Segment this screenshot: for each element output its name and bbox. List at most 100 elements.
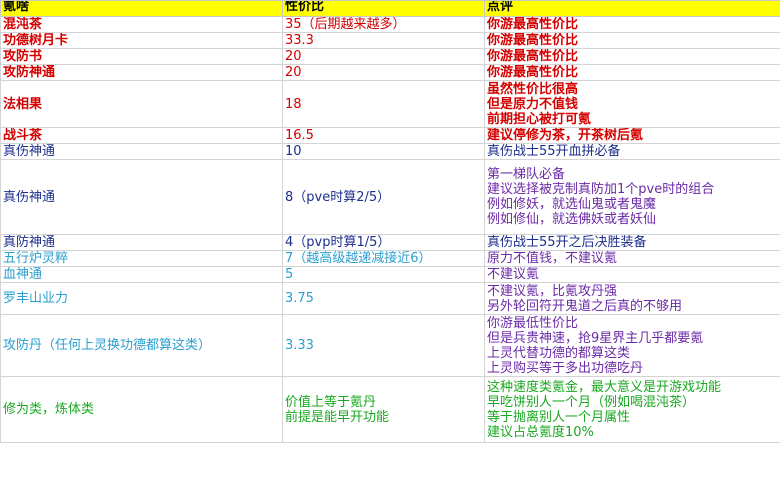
- comment-line: 建议占总氪度10%: [487, 424, 594, 440]
- comment-line: 真伤战士55开血拼必备: [487, 144, 621, 159]
- comment-cell[interactable]: 你游最高性价比: [484, 48, 780, 65]
- ratio-cell[interactable]: 35（后期越来越多）: [282, 16, 485, 33]
- comment-line: 但是兵贵神速，抢9星界主几乎都要氪: [487, 330, 704, 346]
- header-cell-item[interactable]: 氪啥: [0, 0, 283, 17]
- item-name: 血神通: [3, 267, 43, 282]
- table-row: 真伤神通 8（pve时算2/5） 第一梯队必备 建议选择被克制真防加1个pve时的组合…: [0, 159, 780, 235]
- comment-line: 上灵购买等于多出功德吃丹: [487, 360, 644, 376]
- item-cell[interactable]: 攻防丹（任何上灵换功德都算这类）: [0, 314, 283, 377]
- table-row: 五行炉灵粹 7（越高级越递减接近6） 原力不值钱，不建议氪: [0, 250, 780, 267]
- item-cell[interactable]: 真伤神通: [0, 159, 283, 235]
- item-cell[interactable]: 血神通: [0, 266, 283, 283]
- table-row: 攻防丹（任何上灵换功德都算这类） 3.33 你游最低性价比 但是兵贵神速，抢9星界主几…: [0, 314, 780, 377]
- item-cell[interactable]: 功德树月卡: [0, 32, 283, 49]
- comment-cell[interactable]: 第一梯队必备 建议选择被克制真防加1个pve时的组合 例如修妖，就选仙鬼或者鬼魔 例如…: [484, 159, 780, 235]
- comment-cell[interactable]: 你游最高性价比: [484, 16, 780, 33]
- header-comment-label: 点评: [487, 0, 514, 15]
- header-cell-comment[interactable]: 点评: [484, 0, 780, 17]
- ratio-cell[interactable]: 10: [282, 143, 485, 160]
- comment-line: 你游最高性价比: [487, 33, 579, 48]
- table-row: 攻防神通 20 你游最高性价比: [0, 64, 780, 81]
- ratio-value: 20: [285, 65, 302, 80]
- item-cell[interactable]: 法相果: [0, 80, 283, 128]
- ratio-value: 10: [285, 144, 302, 159]
- item-name: 混沌茶: [3, 17, 43, 32]
- comment-cell[interactable]: 不建议氪，比氪攻丹强 另外轮回符开鬼道之后真的不够用: [484, 282, 780, 315]
- ratio-cell[interactable]: 价值上等于氪丹 前提是能早开功能: [282, 376, 485, 443]
- item-cell[interactable]: 攻防神通: [0, 64, 283, 81]
- item-cell[interactable]: 攻防书: [0, 48, 283, 65]
- comment-line: 这种速度类氪金，最大意义是开游戏功能: [487, 379, 722, 395]
- ratio-cell[interactable]: 3.33: [282, 314, 485, 377]
- ratio-cell[interactable]: 20: [282, 64, 485, 81]
- ratio-value: 18: [285, 96, 302, 112]
- item-name: 攻防神通: [3, 65, 56, 80]
- item-name: 修为类，炼体类: [3, 402, 95, 417]
- item-cell[interactable]: 混沌茶: [0, 16, 283, 33]
- comment-line: 例如修妖，就选仙鬼或者鬼魔: [487, 197, 657, 212]
- comment-line: 建议停修为茶，开茶树后氪: [487, 128, 644, 143]
- table-row: 修为类，炼体类 价值上等于氪丹 前提是能早开功能 这种速度类氪金，最大意义是开游戏功能…: [0, 376, 780, 443]
- comment-line: 例如修仙，就选佛妖或者妖仙: [487, 212, 657, 227]
- table-row: 罗丰山业力 3.75 不建议氪，比氪攻丹强 另外轮回符开鬼道之后真的不够用: [0, 282, 780, 315]
- ratio-value: 16.5: [285, 128, 314, 143]
- ratio-cell[interactable]: 7（越高级越递减接近6）: [282, 250, 485, 267]
- ratio-value: 20: [285, 49, 302, 64]
- item-name: 功德树月卡: [3, 33, 69, 48]
- comment-line: 你游最低性价比: [487, 315, 579, 331]
- ratio-value: 3.75: [285, 291, 314, 306]
- comment-cell[interactable]: 真伤战士55开之后决胜装备: [484, 234, 780, 251]
- ratio-cell[interactable]: 33.3: [282, 32, 485, 49]
- item-cell[interactable]: 修为类，炼体类: [0, 376, 283, 443]
- comment-cell[interactable]: 你游最高性价比: [484, 32, 780, 49]
- comment-line: 你游最高性价比: [487, 49, 579, 64]
- comment-line: 你游最高性价比: [487, 65, 579, 80]
- ratio-value: 3.33: [285, 338, 314, 353]
- ratio-value: 前提是能早开功能: [285, 409, 390, 425]
- comment-cell[interactable]: 不建议氪: [484, 266, 780, 283]
- item-cell[interactable]: 战斗茶: [0, 127, 283, 144]
- ratio-value: 8（pve时算2/5）: [285, 189, 391, 205]
- comment-line: 早吃饼别人一个月（例如喝混沌茶）: [487, 394, 696, 410]
- item-name: 战斗茶: [3, 128, 43, 143]
- item-cell[interactable]: 五行炉灵粹: [0, 250, 283, 267]
- ratio-value: 33.3: [285, 33, 314, 48]
- ratio-cell[interactable]: 4（pvp时算1/5）: [282, 234, 485, 251]
- comment-cell[interactable]: 你游最高性价比: [484, 64, 780, 81]
- ratio-cell[interactable]: 18: [282, 80, 485, 128]
- ratio-cell[interactable]: 8（pve时算2/5）: [282, 159, 485, 235]
- table-row: 真防神通 4（pvp时算1/5） 真伤战士55开之后决胜装备: [0, 234, 780, 251]
- comment-cell[interactable]: 原力不值钱，不建议氪: [484, 250, 780, 267]
- ratio-cell[interactable]: 20: [282, 48, 485, 65]
- ratio-cell[interactable]: 5: [282, 266, 485, 283]
- item-cell[interactable]: 真伤神通: [0, 143, 283, 160]
- item-cell[interactable]: 真防神通: [0, 234, 283, 251]
- header-ratio-label: 性价比: [285, 0, 325, 15]
- ratio-value: 5: [285, 267, 294, 282]
- comment-cell[interactable]: 虽然性价比很高 但是原力不值钱 前期担心被打可氪: [484, 80, 780, 128]
- table-row: 真伤神通 10 真伤战士55开血拼必备: [0, 143, 780, 160]
- comment-cell[interactable]: 建议停修为茶，开茶树后氪: [484, 127, 780, 144]
- comment-line: 不建议氪，比氪攻丹强: [487, 283, 618, 299]
- comment-line: 原力不值钱，不建议氪: [487, 251, 618, 266]
- table-row: 法相果 18 虽然性价比很高 但是原力不值钱 前期担心被打可氪: [0, 80, 780, 128]
- comment-cell[interactable]: 你游最低性价比 但是兵贵神速，抢9星界主几乎都要氪 上灵代替功德的都算这类 上灵购买等…: [484, 314, 780, 377]
- comment-line: 但是原力不值钱: [487, 96, 579, 112]
- comment-line: 前期担心被打可氪: [487, 111, 592, 127]
- header-cell-ratio[interactable]: 性价比: [282, 0, 485, 17]
- ratio-cell[interactable]: 3.75: [282, 282, 485, 315]
- comment-cell[interactable]: 这种速度类氪金，最大意义是开游戏功能 早吃饼别人一个月（例如喝混沌茶） 等于抛离别人…: [484, 376, 780, 443]
- item-name: 罗丰山业力: [3, 291, 69, 306]
- comment-line: 建议选择被克制真防加1个pve时的组合: [487, 182, 715, 197]
- table-row: 混沌茶 35（后期越来越多） 你游最高性价比: [0, 16, 780, 33]
- table-row: 功德树月卡 33.3 你游最高性价比: [0, 32, 780, 49]
- comment-cell[interactable]: 真伤战士55开血拼必备: [484, 143, 780, 160]
- ratio-cell[interactable]: 16.5: [282, 127, 485, 144]
- item-name: 攻防书: [3, 49, 43, 64]
- ratio-value: 4（pvp时算1/5）: [285, 235, 391, 250]
- ratio-value: 35（后期越来越多）: [285, 17, 406, 32]
- comment-line: 你游最高性价比: [487, 17, 579, 32]
- price-ratio-table: 氪啥 性价比 点评 混沌茶 35（后期越来越多） 你游最高性价比 功德树月卡 33.3 你…: [0, 0, 780, 443]
- item-cell[interactable]: 罗丰山业力: [0, 282, 283, 315]
- ratio-value: 价值上等于氪丹: [285, 394, 377, 410]
